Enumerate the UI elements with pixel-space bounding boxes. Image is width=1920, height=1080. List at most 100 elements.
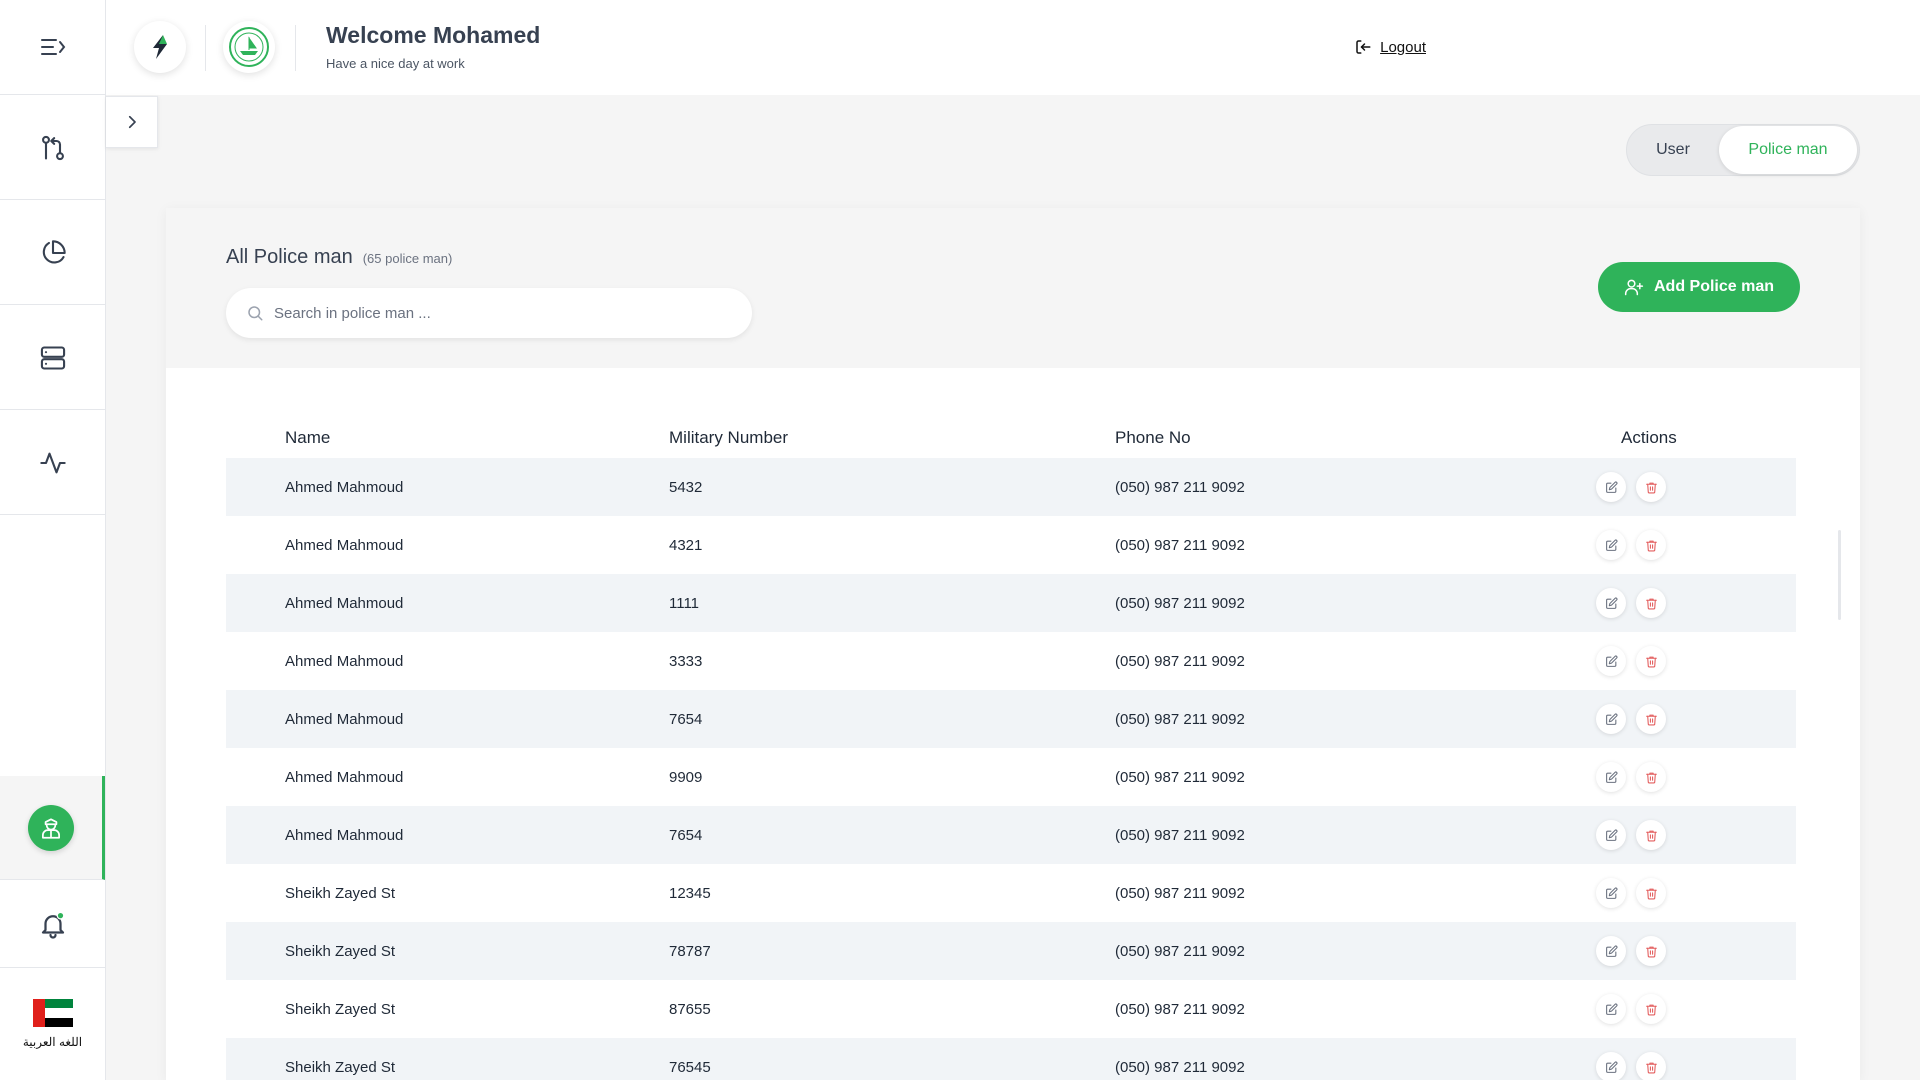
menu-toggle-button[interactable] xyxy=(0,0,105,95)
edit-button[interactable] xyxy=(1596,820,1626,850)
table-row: Ahmed Mahmoud 3333 (050) 987 211 9092 xyxy=(226,632,1796,690)
edit-button[interactable] xyxy=(1596,704,1626,734)
sidebar-item-servers[interactable] xyxy=(0,306,105,410)
cell-actions xyxy=(1596,878,1796,908)
edit-button[interactable] xyxy=(1596,1052,1626,1080)
logout-icon xyxy=(1356,40,1371,54)
table-row: Ahmed Mahmoud 1111 (050) 987 211 9092 xyxy=(226,574,1796,632)
sidebar-item-notifications[interactable] xyxy=(0,882,105,968)
delete-button[interactable] xyxy=(1636,878,1666,908)
app-logo xyxy=(134,21,186,73)
table-body: Ahmed Mahmoud 5432 (050) 987 211 9092 Ahmed… xyxy=(226,458,1796,1080)
police-list-panel: All Police man (65 police man) Add Polic… xyxy=(166,208,1860,1080)
app-logo-icon xyxy=(153,35,167,59)
expand-sidebar-button[interactable] xyxy=(106,96,158,148)
table-row: Ahmed Mahmoud 9909 (050) 987 211 9092 xyxy=(226,748,1796,806)
edit-icon xyxy=(1605,944,1618,957)
cell-military-number: 1111 xyxy=(669,594,700,612)
delete-button[interactable] xyxy=(1636,1052,1666,1080)
sidebar-item-requests[interactable] xyxy=(0,96,105,200)
cell-phone: (050) 987 211 9092 xyxy=(1115,478,1245,496)
edit-button[interactable] xyxy=(1596,936,1626,966)
edit-icon xyxy=(1605,770,1618,783)
delete-button[interactable] xyxy=(1636,762,1666,792)
cell-name: Ahmed Mahmoud xyxy=(285,826,404,844)
cell-actions xyxy=(1596,704,1796,734)
edit-icon xyxy=(1605,480,1618,493)
language-label: اللغه العربية xyxy=(22,1035,83,1049)
scrollbar[interactable] xyxy=(1838,530,1841,620)
search-box xyxy=(226,288,752,338)
role-option-police-man[interactable]: Police man xyxy=(1719,126,1857,174)
delete-button[interactable] xyxy=(1636,530,1666,560)
cell-name: Ahmed Mahmoud xyxy=(285,710,404,728)
trash-icon xyxy=(1645,946,1657,957)
cell-military-number: 76545 xyxy=(669,1058,711,1076)
edit-button[interactable] xyxy=(1596,472,1626,502)
bell-icon xyxy=(41,911,64,939)
delete-button[interactable] xyxy=(1636,704,1666,734)
panel-title: All Police man (65 police man) xyxy=(226,246,452,269)
uae-flag-icon xyxy=(32,999,73,1027)
table-row: Ahmed Mahmoud 5432 (050) 987 211 9092 xyxy=(226,458,1796,516)
delete-button[interactable] xyxy=(1636,646,1666,676)
trash-icon xyxy=(1645,1062,1657,1073)
table-row: Ahmed Mahmoud 4321 (050) 987 211 9092 xyxy=(226,516,1796,574)
column-header-phone: Phone No xyxy=(1115,428,1191,447)
edit-icon xyxy=(1605,1002,1618,1015)
logout-label: Logout xyxy=(1380,38,1426,56)
edit-button[interactable] xyxy=(1596,530,1626,560)
edit-button[interactable] xyxy=(1596,994,1626,1024)
cell-actions xyxy=(1596,994,1796,1024)
delete-button[interactable] xyxy=(1636,936,1666,966)
edit-icon xyxy=(1605,886,1618,899)
cell-name: Sheikh Zayed St xyxy=(285,1058,396,1076)
cell-phone: (050) 987 211 9092 xyxy=(1115,826,1245,844)
logout-button[interactable]: Logout xyxy=(1354,38,1426,56)
role-option-user[interactable]: User xyxy=(1627,126,1719,174)
delete-button[interactable] xyxy=(1636,994,1666,1024)
cell-military-number: 5432 xyxy=(669,478,703,496)
add-police-man-button[interactable]: Add Police man xyxy=(1598,262,1800,312)
sidebar: اللغه العربية xyxy=(0,0,106,1080)
cell-actions xyxy=(1596,820,1796,850)
cell-name: Ahmed Mahmoud xyxy=(285,768,404,786)
column-header-military-number: Military Number xyxy=(669,428,789,447)
search-input[interactable] xyxy=(274,304,714,322)
police-emblem xyxy=(223,21,275,73)
server-icon xyxy=(40,345,65,370)
sidebar-item-police[interactable] xyxy=(0,776,105,880)
delete-button[interactable] xyxy=(1636,588,1666,618)
cell-military-number: 3333 xyxy=(669,652,703,670)
cell-name: Sheikh Zayed St xyxy=(285,942,396,960)
police-emblem-icon xyxy=(229,27,269,67)
edit-button[interactable] xyxy=(1596,762,1626,792)
sidebar-item-statistics[interactable] xyxy=(0,201,105,305)
cell-phone: (050) 987 211 9092 xyxy=(1115,942,1245,960)
trash-icon xyxy=(1645,482,1657,493)
table-row: Sheikh Zayed St 76545 (050) 987 211 9092 xyxy=(226,1038,1796,1080)
trash-icon xyxy=(1645,656,1657,667)
edit-button[interactable] xyxy=(1596,588,1626,618)
table-row: Ahmed Mahmoud 7654 (050) 987 211 9092 xyxy=(226,690,1796,748)
trash-icon xyxy=(1645,772,1657,783)
edit-button[interactable] xyxy=(1596,878,1626,908)
delete-button[interactable] xyxy=(1636,820,1666,850)
cell-phone: (050) 987 211 9092 xyxy=(1115,710,1245,728)
edit-button[interactable] xyxy=(1596,646,1626,676)
cell-military-number: 4321 xyxy=(669,536,703,554)
cell-phone: (050) 987 211 9092 xyxy=(1115,1000,1245,1018)
cell-phone: (050) 987 211 9092 xyxy=(1115,536,1245,554)
delete-button[interactable] xyxy=(1636,472,1666,502)
cell-military-number: 87655 xyxy=(669,1000,711,1018)
table-row: Sheikh Zayed St 12345 (050) 987 211 9092 xyxy=(226,864,1796,922)
edit-icon xyxy=(1605,1060,1618,1073)
language-switch[interactable]: اللغه العربية xyxy=(0,968,105,1080)
table-row: Sheikh Zayed St 78787 (050) 987 211 9092 xyxy=(226,922,1796,980)
trash-icon xyxy=(1645,714,1657,725)
panel-header: All Police man (65 police man) Add Polic… xyxy=(166,208,1860,368)
sidebar-item-activity[interactable] xyxy=(0,411,105,515)
cell-actions xyxy=(1596,1052,1796,1080)
cell-military-number: 9909 xyxy=(669,768,703,786)
cell-name: Ahmed Mahmoud xyxy=(285,478,404,496)
